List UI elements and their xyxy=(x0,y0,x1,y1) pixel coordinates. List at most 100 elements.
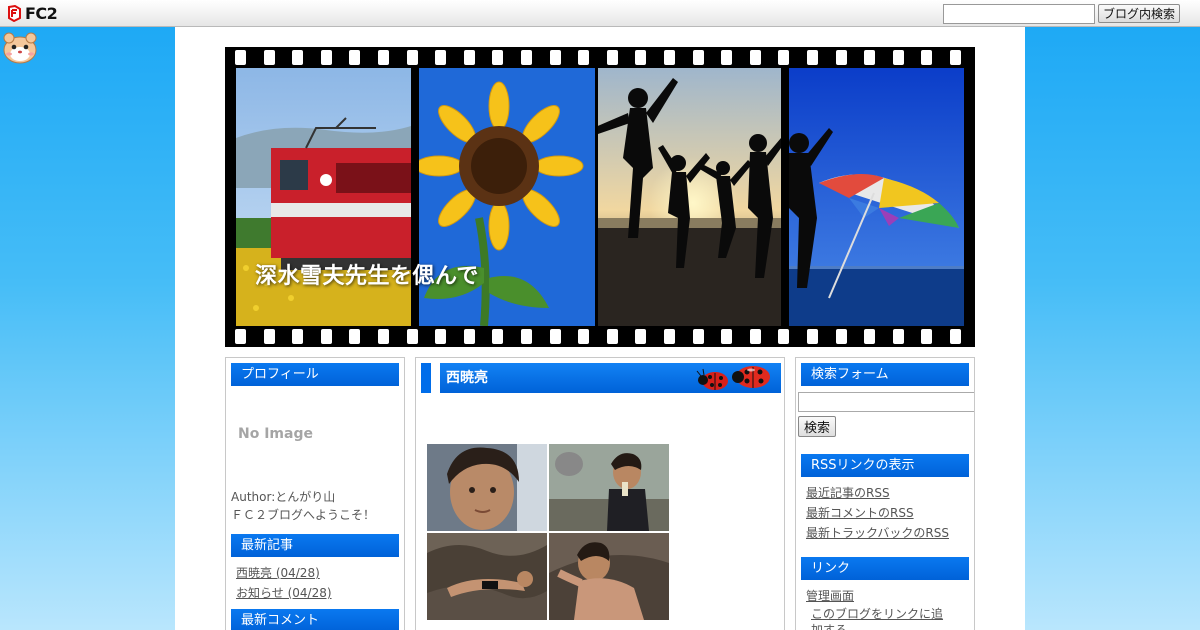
film-sprocket-hole xyxy=(892,329,904,344)
film-sprocket-hole xyxy=(349,50,361,65)
rss-heading: RSSリンクの表示 xyxy=(801,454,969,477)
film-sprocket-hole xyxy=(349,329,361,344)
film-sprocket-hole xyxy=(263,329,275,344)
film-sprocket-hole xyxy=(292,50,304,65)
banner-photo-sunset-jump xyxy=(598,68,781,326)
rss-link-trackbacks[interactable]: 最新トラックバックのRSS xyxy=(806,523,969,543)
film-sprocket-hole xyxy=(320,50,332,65)
entry-photo[interactable] xyxy=(549,533,669,620)
add-link-link[interactable]: このブログをリンクに追 xyxy=(806,606,969,622)
film-holes-bottom xyxy=(225,326,975,347)
film-sprocket-hole xyxy=(378,50,389,65)
film-sprocket-hole xyxy=(835,50,847,65)
entry-title[interactable]: 西暁亮 xyxy=(446,363,488,393)
film-sprocket-hole xyxy=(578,329,590,344)
entry-photo-grid xyxy=(427,444,671,622)
film-sprocket-hole xyxy=(521,50,532,65)
film-sprocket-hole xyxy=(320,329,332,344)
film-sprocket-hole xyxy=(406,329,418,344)
banner-photo-beach-umbrella xyxy=(789,68,964,326)
film-sprocket-hole xyxy=(578,50,590,65)
film-sprocket-hole xyxy=(921,329,933,344)
film-sprocket-hole xyxy=(435,329,447,344)
film-sprocket-hole xyxy=(749,50,761,65)
film-sprocket-hole xyxy=(635,50,647,65)
entry-photo[interactable] xyxy=(427,533,547,620)
admin-link[interactable]: 管理画面 xyxy=(806,586,969,606)
film-sprocket-hole xyxy=(721,329,733,344)
film-sprocket-hole xyxy=(749,329,761,344)
film-sprocket-hole xyxy=(606,329,618,344)
film-sprocket-hole xyxy=(292,329,304,344)
film-sprocket-hole xyxy=(235,329,246,344)
fc2-search-input[interactable] xyxy=(942,4,1095,24)
film-sprocket-hole xyxy=(864,50,876,65)
blog-title[interactable]: 深水雪夫先生を偲んで xyxy=(255,258,479,290)
blog-search-button[interactable]: 検索 xyxy=(798,416,837,437)
film-sprocket-hole xyxy=(664,50,675,65)
profile-welcome: ＦＣ２ブログへようこそ！ xyxy=(231,508,376,522)
film-sprocket-hole xyxy=(549,329,561,344)
fc2-search-button[interactable]: ブログ内検索 xyxy=(1097,4,1180,23)
blog-search-form: 検索 xyxy=(798,392,974,437)
blog-search-input[interactable] xyxy=(798,392,974,412)
profile-no-image: No Image xyxy=(238,426,313,442)
links-heading: リンク xyxy=(801,557,969,580)
film-sprocket-hole xyxy=(406,50,418,65)
film-sprocket-hole xyxy=(378,329,389,344)
entry-header: 西暁亮 xyxy=(421,363,781,393)
film-sprocket-hole xyxy=(692,329,704,344)
film-sprocket-hole xyxy=(549,50,561,65)
film-sprocket-hole xyxy=(950,50,961,65)
film-sprocket-hole xyxy=(435,50,447,65)
rss-link-recent-posts[interactable]: 最近記事のRSS xyxy=(806,483,969,503)
recent-post-link[interactable]: お知らせ (04/28) xyxy=(236,583,399,603)
recent-posts-list: 西暁亮 (04/28) お知らせ (04/28) xyxy=(236,563,399,603)
main-content: 西暁亮 xyxy=(415,357,785,630)
film-sprocket-hole xyxy=(606,50,618,65)
film-sprocket-hole xyxy=(235,50,246,65)
rss-links: 最近記事のRSS 最新コメントのRSS 最新トラックバックのRSS xyxy=(806,483,969,543)
add-link-link-continued[interactable]: 加する xyxy=(806,622,969,630)
profile-heading: プロフィール xyxy=(231,363,399,386)
profile-author-name: Author:とんがり山 xyxy=(231,490,336,504)
film-sprocket-hole xyxy=(835,329,847,344)
blog-header-banner[interactable]: 深水雪夫先生を偲んで xyxy=(225,47,975,347)
left-sidebar: プロフィール No Image Author:とんがり山 ＦＣ２ブログへようこそ… xyxy=(225,357,405,630)
film-sprocket-hole xyxy=(463,50,475,65)
film-sprocket-hole xyxy=(263,50,275,65)
fc2-mascot-icon[interactable] xyxy=(1,29,39,67)
fc2-logo-text: FC2 xyxy=(25,3,58,23)
film-sprocket-hole xyxy=(921,50,933,65)
film-sprocket-hole xyxy=(521,329,532,344)
fc2-search: ブログ内検索 xyxy=(942,4,1180,24)
fc2-logo[interactable]: FC2 xyxy=(7,3,58,23)
blog-container: 深水雪夫先生を偲んで プロフィール No Image Author:とんがり山 … xyxy=(175,27,1025,630)
rss-link-recent-comments[interactable]: 最新コメントのRSS xyxy=(806,503,969,523)
profile-author: Author:とんがり山 ＦＣ２ブログへようこそ！ xyxy=(231,488,399,524)
film-sprocket-hole xyxy=(721,50,733,65)
film-sprocket-hole xyxy=(892,50,904,65)
film-sprocket-hole xyxy=(692,50,704,65)
fc2-toolbar: FC2 ブログ内検索 xyxy=(0,0,1200,27)
film-sprocket-hole xyxy=(950,329,961,344)
film-sprocket-hole xyxy=(664,329,675,344)
search-form-heading: 検索フォーム xyxy=(801,363,969,386)
recent-posts-heading: 最新記事 xyxy=(231,534,399,557)
recent-comments-heading: 最新コメント xyxy=(231,609,399,630)
film-sprocket-hole xyxy=(492,329,504,344)
film-sprocket-hole xyxy=(807,329,818,344)
entry-photo[interactable] xyxy=(427,444,547,531)
ladybug-icon xyxy=(696,366,770,390)
links-list: 管理画面 このブログをリンクに追 加する xyxy=(806,586,969,630)
film-sprocket-hole xyxy=(778,329,790,344)
film-sprocket-hole xyxy=(807,50,818,65)
recent-post-link[interactable]: 西暁亮 (04/28) xyxy=(236,563,399,583)
film-holes-top xyxy=(225,47,975,68)
film-sprocket-hole xyxy=(864,329,876,344)
fc2-logo-icon xyxy=(8,4,21,22)
film-sprocket-hole xyxy=(635,329,647,344)
entry-header-accent xyxy=(421,363,431,393)
film-sprocket-hole xyxy=(492,50,504,65)
entry-photo[interactable] xyxy=(549,444,669,531)
